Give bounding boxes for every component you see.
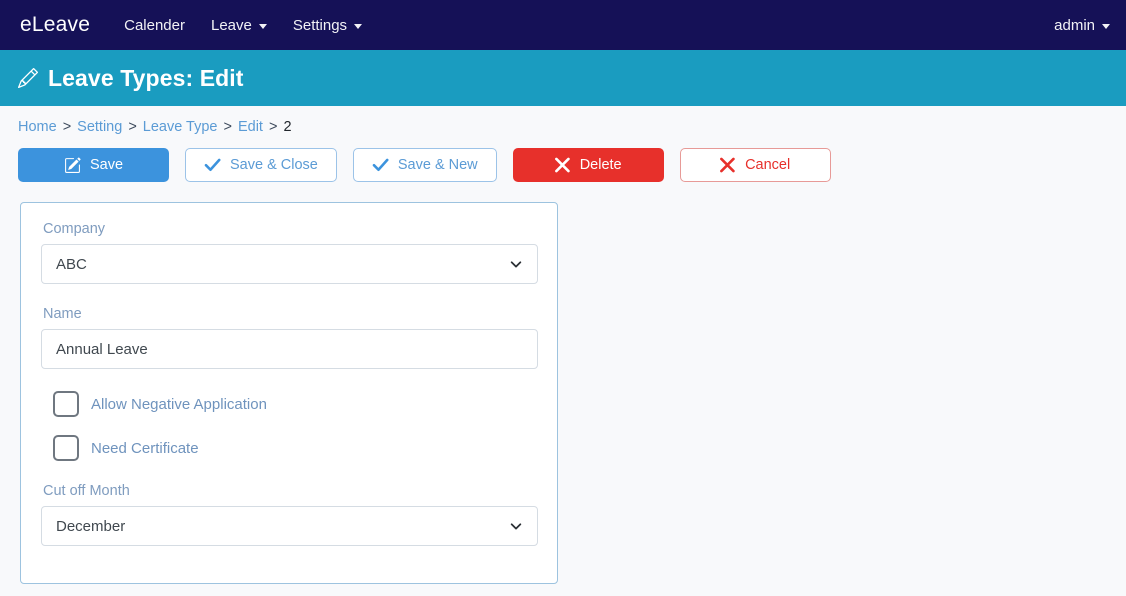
breadcrumb-separator: > [268,119,278,135]
nav-item-leave-label: Leave [210,16,252,34]
cut-off-month-label: Cut off Month [43,483,130,499]
name-field-group: Name [41,306,538,369]
caret-down-icon [354,23,363,29]
user-menu-container: admin [1054,17,1110,34]
name-label: Name [43,306,82,322]
breadcrumb: Home > Setting > Leave Type > Edit > 2 [0,106,1126,143]
company-select-wrapper: ABC [41,244,538,284]
pencil-icon [18,68,38,88]
pencil-square-icon [64,157,81,174]
nav-item-settings-label: Settings [292,16,348,34]
breadcrumb-item-edit[interactable]: Edit [238,119,263,135]
breadcrumb-item-home[interactable]: Home [18,119,57,135]
user-menu[interactable]: admin [1054,17,1110,34]
breadcrumb-separator: > [128,119,137,135]
save-button[interactable]: Save [18,148,169,182]
cut-off-month-select[interactable]: December [41,506,538,546]
allow-negative-application-label[interactable]: Allow Negative Application [91,396,267,413]
cut-off-month-field-group: Cut off Month December [41,483,538,546]
action-toolbar: Save Save & Close Save & New Delete Canc… [0,143,1126,182]
nav-item-leave[interactable]: Leave [211,17,267,34]
allow-negative-application-row[interactable]: Allow Negative Application [53,391,537,417]
brand-logo[interactable]: eLeave [16,13,90,37]
nav-item-calender-label: Calender [124,16,185,34]
need-certificate-checkbox[interactable] [53,435,79,461]
save-and-new-button-label: Save & New [397,157,478,173]
cancel-button-label: Cancel [745,157,791,173]
company-field-group: Company ABC [41,221,538,284]
x-mark-icon [554,157,571,173]
name-input[interactable] [41,329,538,369]
breadcrumb-item-current: 2 [283,119,292,135]
caret-down-icon [1102,23,1110,29]
breadcrumb-separator: > [62,119,72,135]
save-and-close-button[interactable]: Save & Close [185,148,337,182]
save-and-close-button-label: Save & Close [230,157,318,173]
need-certificate-row[interactable]: Need Certificate [53,435,537,461]
breadcrumb-item-setting[interactable]: Setting [77,119,122,135]
page-title-container: Leave Types: Edit [18,65,244,92]
check-icon [204,157,221,174]
delete-button-label: Delete [579,157,622,173]
company-label: Company [43,221,106,237]
delete-button[interactable]: Delete [512,148,664,182]
breadcrumb-item-leave-type[interactable]: Leave Type [143,119,218,135]
nav-item-settings[interactable]: Settings [292,16,363,34]
top-navbar: eLeave Calender Leave Settings admin [0,0,1126,50]
page-title: Leave Types: Edit [48,64,244,91]
nav-item-calender[interactable]: Calender [124,17,185,34]
x-mark-icon [720,157,736,173]
allow-negative-application-checkbox[interactable] [53,391,79,417]
breadcrumb-separator: > [223,119,232,135]
cut-off-month-select-wrapper: December [41,506,538,546]
user-menu-label: admin [1054,16,1095,34]
leave-type-form-card: Company ABC Name Allow Negative Applicat… [20,202,558,584]
check-icon [372,157,389,174]
need-certificate-label[interactable]: Need Certificate [91,440,199,457]
save-button-label: Save [89,157,124,173]
caret-down-icon [258,23,267,29]
cancel-button[interactable]: Cancel [679,148,831,182]
nav-menu: Calender Leave Settings [124,16,363,34]
page-header: Leave Types: Edit [0,50,1126,106]
save-and-new-button[interactable]: Save & New [352,148,497,182]
company-select[interactable]: ABC [41,244,538,284]
